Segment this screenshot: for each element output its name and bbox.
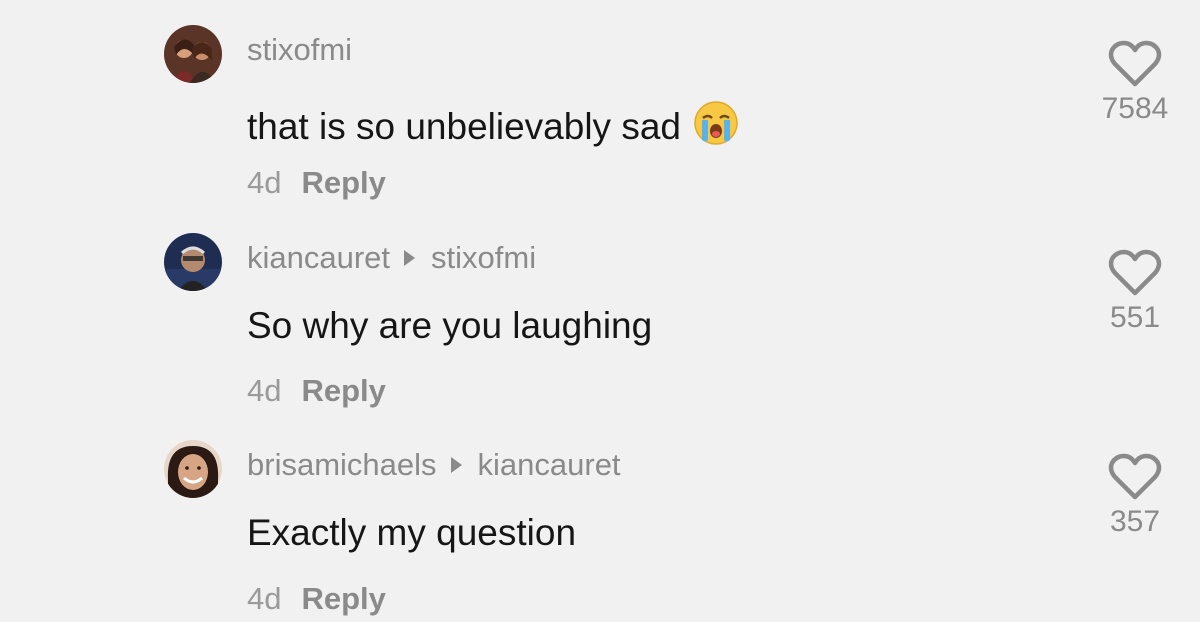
reply-to-username[interactable]: kiancauret	[478, 447, 621, 482]
comment-text: Exactly my question	[247, 512, 577, 553]
comment-meta: 4d Reply	[247, 583, 386, 614]
avatar[interactable]	[164, 233, 222, 291]
heart-outline-icon	[1108, 249, 1162, 296]
comment-meta: 4d Reply	[247, 375, 386, 406]
loudly-crying-face-icon	[693, 100, 739, 152]
username[interactable]: kiancauret	[247, 240, 390, 275]
username[interactable]: brisamichaels	[247, 447, 437, 482]
like-count: 7584	[1101, 92, 1169, 125]
reply-button[interactable]: Reply	[301, 581, 385, 616]
triangle-right-icon	[450, 456, 462, 473]
like-button[interactable]: 551	[1095, 249, 1175, 333]
comment-header: kiancauret stixofmi	[247, 242, 536, 273]
heart-outline-icon	[1108, 40, 1162, 87]
heart-outline-icon	[1108, 453, 1162, 500]
like-button[interactable]: 357	[1095, 453, 1175, 537]
comment-header: brisamichaels kiancauret	[247, 449, 621, 480]
comment-text: So why are you laughing	[247, 305, 653, 346]
reply-to-username[interactable]: stixofmi	[431, 240, 536, 275]
reply-button[interactable]: Reply	[301, 165, 385, 200]
avatar[interactable]	[164, 25, 222, 83]
reply-button[interactable]: Reply	[301, 373, 385, 408]
like-count: 551	[1109, 301, 1161, 334]
timestamp: 4d	[247, 373, 282, 408]
comment-meta: 4d Reply	[247, 167, 386, 198]
avatar[interactable]	[164, 440, 222, 498]
comment-text: that is so unbelievably sad	[247, 100, 739, 155]
timestamp: 4d	[247, 581, 282, 616]
like-button[interactable]: 7584	[1095, 40, 1175, 124]
like-count: 357	[1109, 505, 1161, 538]
timestamp: 4d	[247, 165, 282, 200]
comment-header: stixofmi	[247, 34, 352, 65]
triangle-right-icon	[404, 249, 416, 266]
username[interactable]: stixofmi	[247, 32, 352, 67]
